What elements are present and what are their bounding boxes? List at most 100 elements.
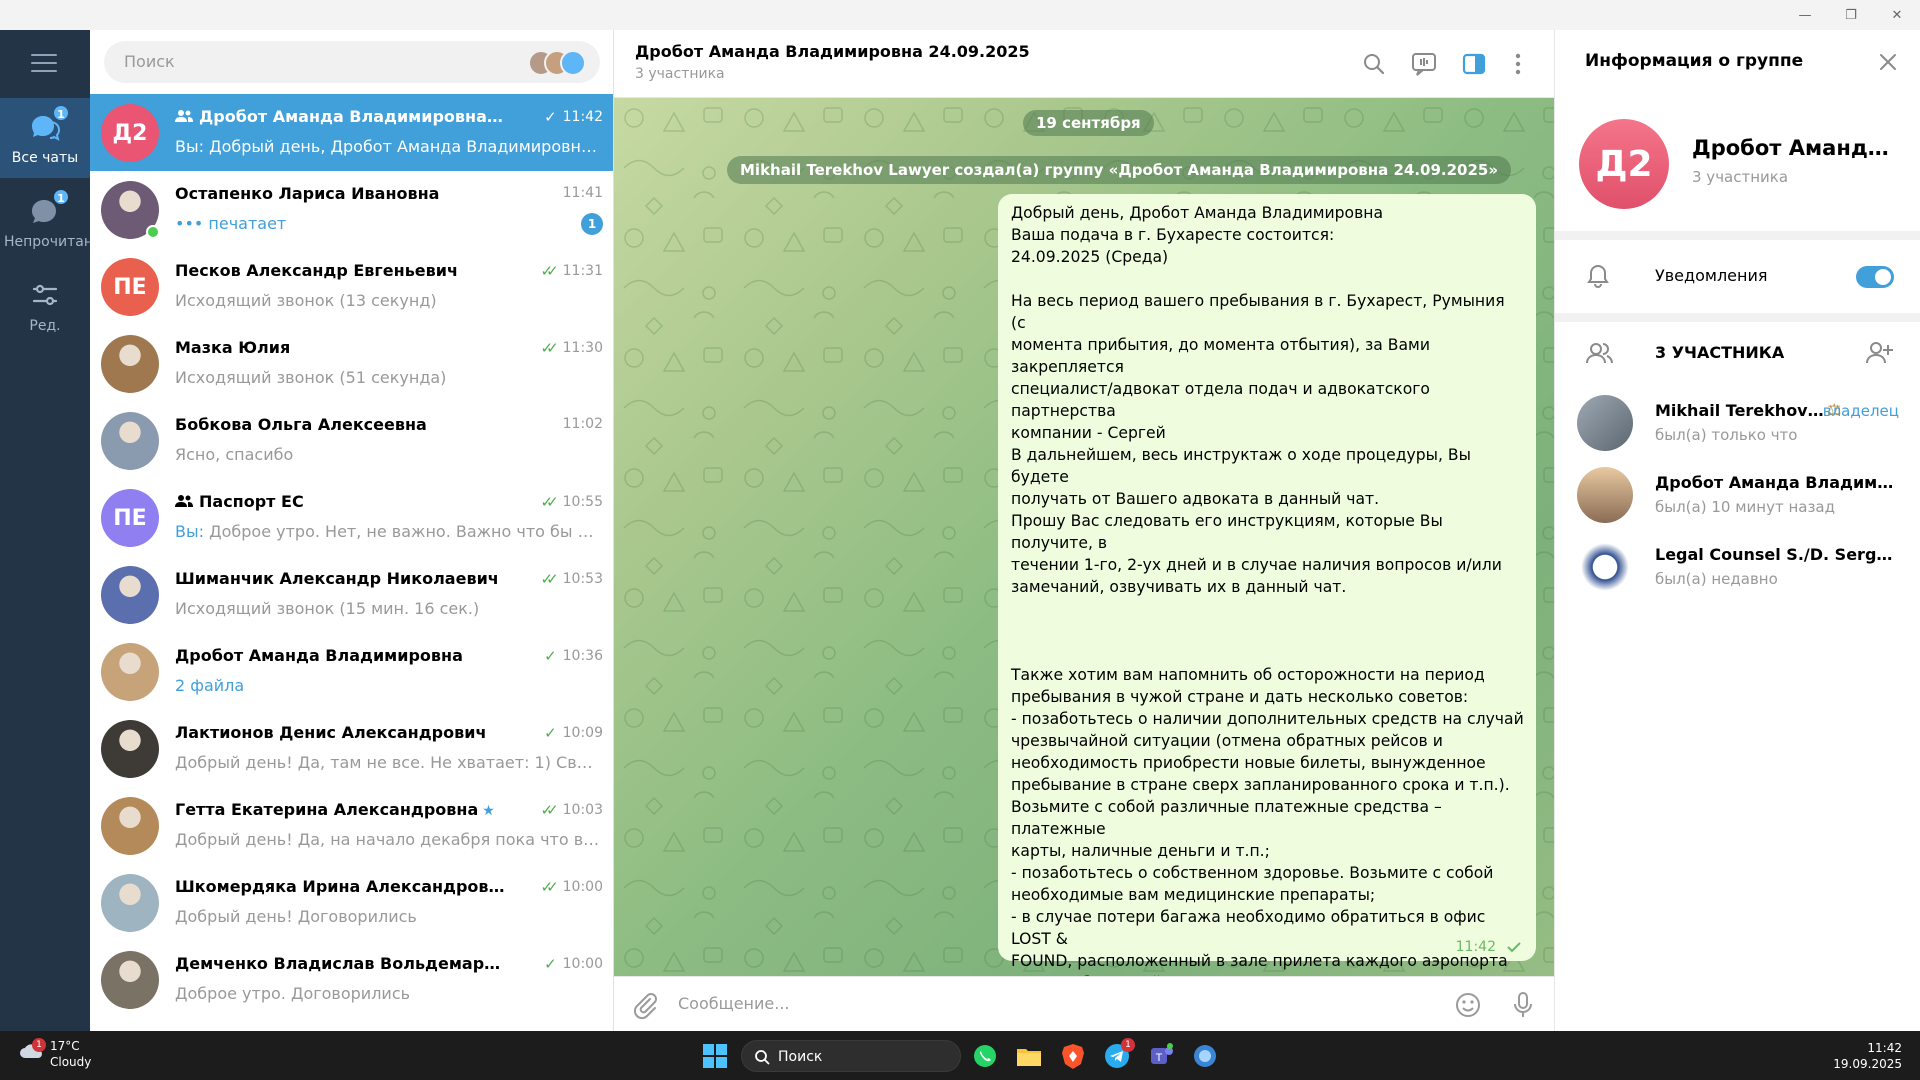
chat-name-text: Лактионов Денис Александрович [175, 723, 487, 742]
preview-sender: Вы: [175, 522, 210, 541]
member-row[interactable]: Mikhail Terekhov Lawyer ⚖ владелец был(а… [1555, 387, 1920, 457]
chat-list-item[interactable]: Демченко Владислав Вольдемарович ✓ 10:00 До… [90, 941, 613, 1018]
folder-sidebar: 1 Все чаты 1 Непрочитано Ред. [0, 30, 102, 1031]
member-name: Legal Counsel S./D. Sergey [1655, 545, 1895, 564]
folder-edit[interactable]: Ред. [0, 266, 90, 346]
chat-list-item[interactable]: Гетта Екатерина Александровна ★ ✓✓ 10:03 Доб… [90, 787, 613, 864]
restore-button[interactable]: ❐ [1828, 0, 1874, 30]
preview-text: Доброе утро. Договорились [175, 984, 411, 1003]
preview-text: 2 файла [175, 676, 245, 695]
folder-all-chats[interactable]: 1 Все чаты [0, 98, 90, 178]
avatar [1577, 467, 1633, 523]
windows-start-icon[interactable] [703, 1044, 727, 1068]
chat-list-item[interactable]: Бобкова Ольга Алексеевна 11:02 Ясно, спаси… [90, 402, 613, 479]
chat-list-item[interactable]: Дробот Аманда Владимировна ✓ 10:36 2 файла [90, 633, 613, 710]
chat-header: Дробот Аманда Владимировна 24.09.2025 3 … [614, 30, 1554, 98]
chat-time-text: 10:53 [562, 571, 603, 587]
app-icon[interactable] [1191, 1042, 1219, 1070]
clock-time: 11:42 [1867, 1041, 1902, 1055]
weather-widget[interactable]: 1 17°C Cloudy [18, 1038, 91, 1070]
avatar [101, 643, 159, 701]
members-icon [1585, 340, 1613, 366]
preview-text: Добрый день! Да, на начало декабря пока … [175, 830, 600, 849]
menu-icon[interactable] [31, 54, 57, 72]
preview-text: Добрый день! Договорились [175, 907, 417, 926]
group-info-panel: Информация о группе Д2 Дробот Аманда Вла… [1554, 30, 1920, 1031]
chat-name-text: Дробот Аманда Владимировна 24.09.2025 [199, 107, 505, 126]
avatar: Д2 [101, 104, 159, 162]
chat-time-text: 11:42 [562, 109, 603, 125]
chat-time: ✓ 10:09 [544, 724, 603, 742]
member-status: был(а) только что [1655, 426, 1798, 444]
more-options-icon[interactable] [1504, 50, 1532, 78]
chat-time: ✓✓ 10:55 [541, 493, 604, 511]
bell-icon [1585, 263, 1611, 289]
folder-label: Ред. [29, 318, 61, 334]
search-icon[interactable] [1360, 50, 1388, 78]
preview-text: Добрый день! Да, там не все. Не хватает:… [175, 753, 600, 772]
emoji-icon[interactable] [1453, 990, 1483, 1020]
minimize-button[interactable]: — [1782, 0, 1828, 30]
chat-list-item[interactable]: Остапенко Лариса Ивановна 11:41 ••• печата… [90, 171, 613, 248]
chat-name-text: Мазка Юлия [175, 338, 291, 357]
chat-list-item[interactable]: Д2 Дробот Аманда Владимировна 24.09.2025 ✓… [90, 94, 613, 171]
chat-preview: Добрый день! Договорились [175, 907, 600, 926]
check-icon: ✓ [544, 647, 557, 665]
search-input[interactable]: Поиск [104, 41, 600, 83]
brave-icon[interactable] [1059, 1042, 1087, 1070]
chat-list-item[interactable]: Шиманчик Александр Николаевич ✓✓ 10:53 Исхо… [90, 556, 613, 633]
sidebar-toggle-icon[interactable] [1460, 50, 1488, 78]
divider [1555, 313, 1920, 322]
chat-name-text: Дробот Аманда Владимировна [175, 646, 463, 665]
chat-title[interactable]: Дробот Аманда Владимировна 24.09.2025 [635, 42, 1030, 61]
double-check-icon: ✓✓ [540, 262, 559, 280]
group-avatar[interactable]: Д2 [1579, 119, 1669, 209]
chat-name-text: Шиманчик Александр Николаевич [175, 569, 499, 588]
chat-name-text: Паспорт ЕС [199, 492, 304, 511]
file-explorer-icon[interactable] [1015, 1042, 1043, 1070]
chat-list-item[interactable]: ПЕ Паспорт ЕС ✓✓ 10:55 Вы: Доброе утро. Нет,… [90, 479, 613, 556]
preview-sender: Вы: [175, 137, 210, 156]
microphone-icon[interactable] [1508, 990, 1538, 1020]
chat-list-item[interactable]: ПЕ Песков Александр Евгеньевич ✓✓ 11:31 Исхо… [90, 248, 613, 325]
member-row[interactable]: Дробот Аманда Владимировна был(а) 10 мин… [1555, 459, 1920, 529]
chat-list-item[interactable]: Шкомердяка Ирина Александровна ✓✓ 10:00 Доб… [90, 864, 613, 941]
search-story-avatars[interactable] [528, 50, 588, 76]
avatar [101, 412, 159, 470]
chat-time: 11:41 [563, 185, 603, 201]
attach-icon[interactable] [630, 990, 660, 1020]
premium-star-icon: ★ [482, 803, 495, 819]
chat-time-text: 10:00 [562, 879, 603, 895]
notifications-toggle[interactable] [1856, 266, 1894, 288]
close-window-button[interactable]: ✕ [1874, 0, 1920, 30]
chat-time-text: 11:31 [562, 263, 603, 279]
member-row[interactable]: Legal Counsel S./D. Sergey был(а) недавн… [1555, 531, 1920, 601]
chat-time-text: 11:41 [562, 185, 603, 201]
whatsapp-icon[interactable] [971, 1042, 999, 1070]
chat-preview: Ясно, спасибо [175, 445, 600, 464]
chat-name: Лактионов Денис Александрович [175, 723, 505, 742]
avatar [101, 874, 159, 932]
telegram-icon[interactable]: 1 [1103, 1038, 1135, 1070]
chat-list-item[interactable]: Лактионов Денис Александрович ✓ 10:09 Добры… [90, 710, 613, 787]
taskbar-search[interactable]: Поиск [741, 1040, 961, 1072]
chat-name: Паспорт ЕС [175, 492, 505, 511]
folder-unread[interactable]: 1 Непрочитано [0, 182, 102, 262]
group-icon [175, 107, 199, 126]
add-member-icon[interactable] [1865, 339, 1893, 367]
message-bubble[interactable]: Добрый день, Дробот Аманда Владимировна … [998, 194, 1536, 976]
chat-list-item[interactable]: Мазка Юлия ✓✓ 11:30 Исходящий звонок (51 се… [90, 325, 613, 402]
group-icon [175, 492, 199, 511]
check-icon: ✓ [544, 724, 557, 742]
system-clock[interactable]: 11:42 19.09.2025 [1833, 1040, 1902, 1072]
teams-icon[interactable]: T [1147, 1042, 1175, 1070]
message-area[interactable]: 19 сентября Mikhail Terekhov Lawyer созд… [614, 98, 1554, 976]
live-stream-icon[interactable] [1410, 50, 1438, 78]
chat-time: ✓✓ 11:31 [541, 262, 604, 280]
close-icon[interactable] [1878, 52, 1898, 72]
chat-name: Остапенко Лариса Ивановна [175, 184, 505, 203]
chat-time: ✓✓ 10:03 [541, 801, 604, 819]
search-icon [755, 1050, 770, 1065]
message-input[interactable]: Сообщение... [678, 994, 790, 1013]
avatar [1577, 539, 1633, 595]
